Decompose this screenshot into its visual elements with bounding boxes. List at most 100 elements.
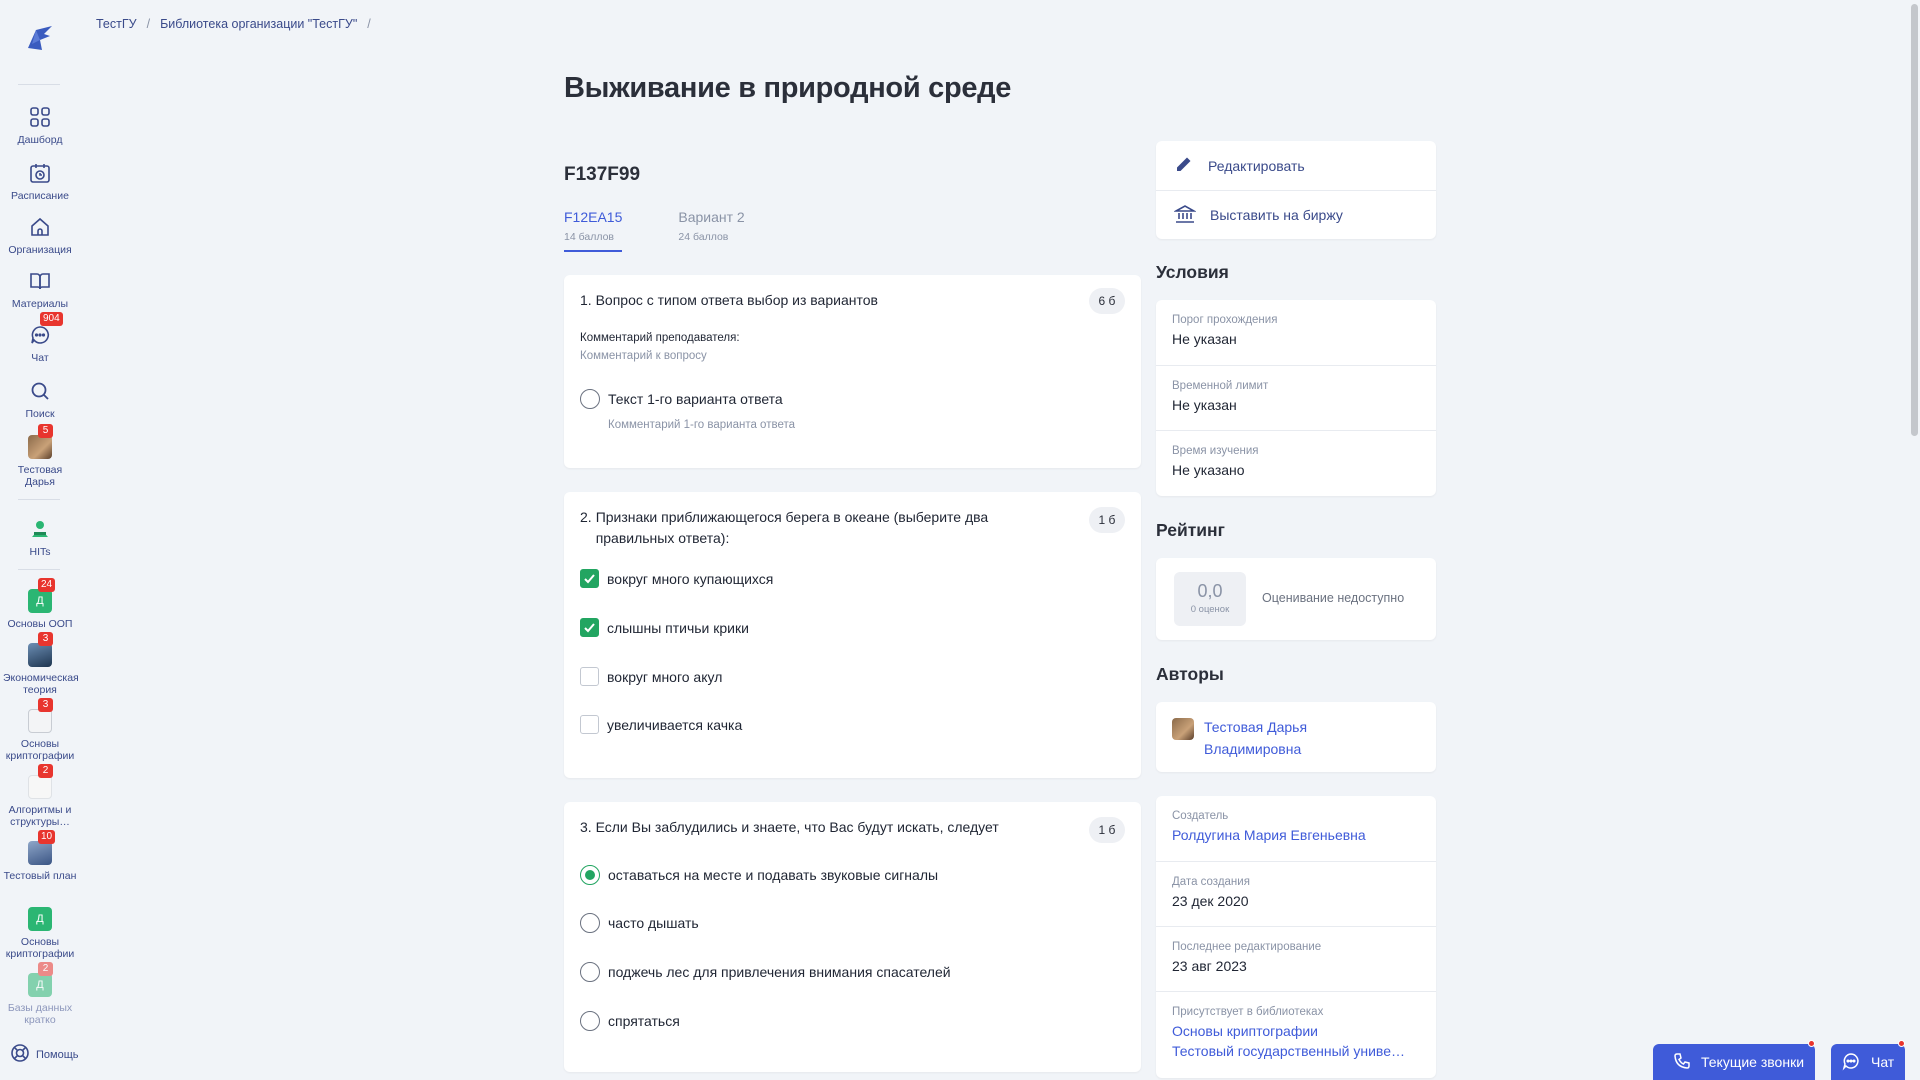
meta-card: Создатель Ролдугина Мария Евгеньевна Дат… [1156, 796, 1436, 1078]
breadcrumb-item[interactable]: Библиотека организации "ТестГУ" [160, 17, 357, 31]
teacher-comment-label: Комментарий преподавателя: [580, 332, 740, 344]
condition-value: Не указано [1172, 462, 1245, 478]
sidebar-item-label: Основы криптографии [5, 936, 75, 960]
sidebar-item-label: Расписание [11, 190, 69, 202]
answer-option[interactable]: Текст 1-го варианта ответа [580, 389, 783, 409]
sidebar-course-algorithms[interactable]: 2 Алгоритмы и структуры… [0, 764, 80, 828]
answer-option[interactable]: часто дышать [580, 913, 699, 933]
meta-key: Создатель [1172, 810, 1229, 822]
radio-button[interactable] [580, 913, 600, 933]
sidebar-item-search[interactable]: Поиск [0, 377, 80, 420]
condition-row: Временной лимит Не указан [1156, 365, 1436, 430]
condition-key: Порог прохождения [1172, 314, 1278, 326]
checkbox[interactable] [580, 618, 599, 637]
option-text: поджечь лес для привлечения внимания спа… [608, 964, 951, 980]
meta-value: 23 авг 2023 [1172, 958, 1247, 974]
answer-option[interactable]: вокруг много акул [580, 667, 722, 686]
checkbox[interactable] [580, 667, 599, 686]
radio-button[interactable] [580, 389, 600, 409]
sidebar-divider [18, 499, 60, 500]
answer-option[interactable]: спрятаться [580, 1011, 680, 1031]
question-card: 2. Признаки приближающегося берега в океа… [564, 492, 1141, 778]
tab-label: Вариант 2 [678, 209, 745, 225]
question-card: 3. Если Вы заблудились и знаете, что Вас… [564, 802, 1141, 1072]
radio-button[interactable] [580, 962, 600, 982]
answer-option[interactable]: поджечь лес для привлечения внимания спа… [580, 962, 951, 982]
sidebar-course-economics[interactable]: 3 Экономическая теория [0, 632, 80, 696]
author-link[interactable]: Тестовая Дарья Владимировна [1204, 716, 1307, 760]
answer-option[interactable]: увеличивается качка [580, 715, 742, 734]
current-calls-button[interactable]: Текущие звонки [1653, 1040, 1815, 1080]
sidebar-course-test-plan[interactable]: 10 Тестовый план [0, 830, 80, 882]
sidebar-divider [18, 569, 60, 570]
chat-notification-dot [1898, 1040, 1905, 1047]
breadcrumb-item[interactable]: ТестГУ [96, 17, 137, 31]
sidebar-course-oop[interactable]: Д 24 Основы ООП [0, 578, 80, 630]
option-comment: Комментарий 1-го варианта ответа [608, 419, 795, 431]
course-badge: 24 [38, 578, 56, 592]
profile-badge: 5 [38, 424, 53, 438]
condition-value: Не указан [1172, 331, 1237, 347]
sidebar-item-dashboard[interactable]: Дашборд [0, 103, 80, 146]
tab-variant-2[interactable]: Вариант 2 24 баллов [678, 209, 744, 252]
library-link[interactable]: Основы криптографии [1172, 1023, 1420, 1039]
tab-points: 14 баллов [564, 231, 614, 243]
edit-button[interactable]: Редактировать [1156, 141, 1436, 190]
radio-button[interactable] [580, 1011, 600, 1031]
library-link[interactable]: Тестовый государственный униве… [1172, 1043, 1420, 1059]
scrollbar[interactable] [1909, 0, 1920, 1080]
tab-points: 24 баллов [678, 231, 729, 243]
sidebar-item-materials[interactable]: Материалы [0, 267, 80, 310]
conditions-card: Порог прохождения Не указан Временной ли… [1156, 300, 1436, 496]
checkbox[interactable] [580, 715, 599, 734]
tab-label: F12EA15 [564, 209, 623, 225]
sidebar-course-crypto[interactable]: 3 Основы криптографии [0, 698, 80, 762]
rating-count: 0 оценок [1190, 604, 1230, 615]
option-text: оставаться на месте и подавать звуковые … [608, 867, 939, 883]
option-text: слышны птичьи крики [607, 619, 749, 636]
points-badge: 1 б [1089, 507, 1125, 533]
chat-badge: 904 [40, 312, 63, 326]
rating-score: 0,0 0 оценок [1174, 572, 1246, 626]
phone-icon [1673, 1052, 1691, 1073]
pencil-icon [1174, 154, 1194, 177]
tab-variant-1[interactable]: F12EA15 14 баллов [564, 209, 623, 252]
condition-key: Временной лимит [1172, 380, 1269, 392]
home-icon [26, 213, 54, 241]
chat-bubble-icon [1841, 1051, 1861, 1074]
option-text: Текст 1-го варианта ответа [608, 391, 783, 407]
logo-icon[interactable] [22, 20, 58, 56]
teacher-comment: Комментарий к вопросу [580, 350, 707, 362]
course-badge: 2 [38, 764, 53, 778]
answer-option[interactable]: вокруг много купающихся [580, 569, 773, 588]
sidebar-item-profile[interactable]: 5 Тестовая Дарья [0, 424, 80, 488]
sidebar-item-label: Алгоритмы и структуры… [8, 804, 72, 828]
sidebar-course-databases[interactable]: Д 2 Базы данных кратко [0, 962, 80, 1026]
sidebar-item-label: Тестовая Дарья [17, 464, 63, 488]
page-title: Выживание в природной среде [564, 72, 1012, 104]
answer-option[interactable]: оставаться на месте и подавать звуковые … [580, 865, 938, 885]
question-number: 3. [580, 819, 592, 835]
question-number: 1. [580, 292, 592, 308]
answer-option[interactable]: слышны птичьи крики [580, 618, 749, 637]
radio-button[interactable] [580, 865, 600, 885]
meta-row-created: Дата создания 23 дек 2020 [1156, 861, 1436, 926]
exchange-button[interactable]: Выставить на биржу [1156, 190, 1436, 239]
checkbox[interactable] [580, 569, 599, 588]
sidebar-item-chat[interactable]: 904 Чат [0, 312, 80, 364]
help-link[interactable]: Помощь [10, 1043, 79, 1066]
course-avatar-icon: Д 24 [26, 578, 56, 615]
sidebar-item-label: Тестовый план [3, 870, 77, 882]
calls-notification-dot [1808, 1040, 1815, 1047]
scrollbar-thumb[interactable] [1911, 4, 1918, 436]
sidebar-item-hits[interactable]: HITs [0, 515, 80, 558]
chat-button[interactable]: Чат [1831, 1040, 1905, 1080]
breadcrumb-separator: / [367, 17, 371, 31]
question-body: Если Вы заблудились и знаете, что Вас бу… [595, 819, 999, 835]
sidebar-course-crypto-2[interactable]: Д Основы криптографии [0, 905, 80, 960]
condition-row: Время изучения Не указано [1156, 430, 1436, 495]
sidebar-item-schedule[interactable]: Расписание [0, 159, 80, 202]
creator-link[interactable]: Ролдугина Мария Евгеньевна [1172, 827, 1420, 843]
sidebar-item-organization[interactable]: Организация [0, 213, 80, 256]
meta-value: 23 дек 2020 [1172, 893, 1249, 909]
